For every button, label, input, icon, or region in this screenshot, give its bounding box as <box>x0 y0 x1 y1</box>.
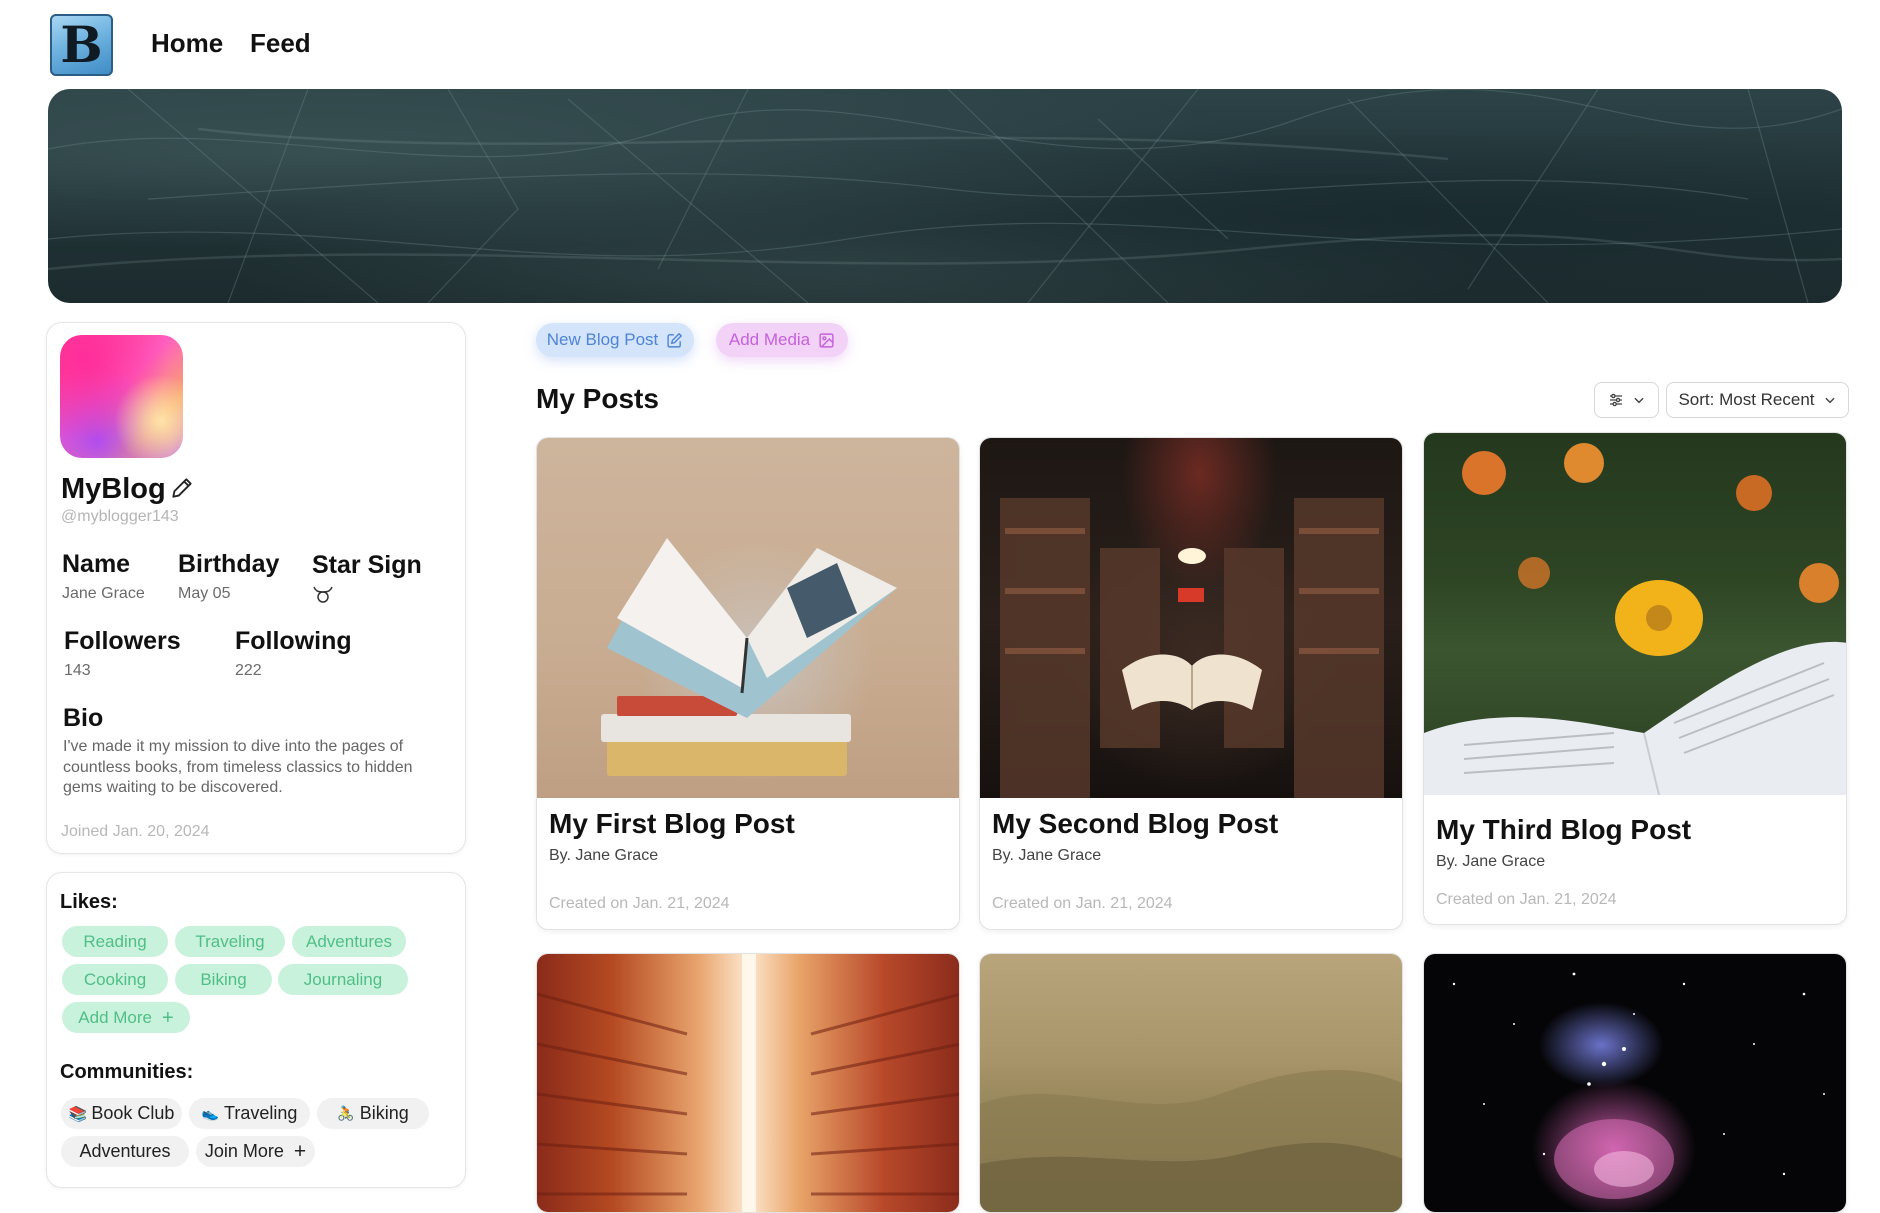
sort-label: Sort: Most Recent <box>1678 390 1815 409</box>
like-chip[interactable]: Journaling <box>278 964 408 995</box>
new-post-label: New Blog Post <box>546 330 659 349</box>
profile-card: MyBlog @myblogger143 Name Jane Grace Bir… <box>46 322 466 854</box>
books-icon: 📚 <box>68 1105 88 1123</box>
post-thumbnail <box>537 438 959 798</box>
shoe-icon: 👟 <box>201 1105 220 1121</box>
plus-icon: + <box>162 1006 174 1029</box>
library-book-image <box>1000 498 1384 798</box>
misty-hills-image <box>980 1070 1402 1212</box>
join-more-label: Join More <box>204 1141 284 1161</box>
logo[interactable]: B <box>50 14 113 76</box>
filter-sliders-icon <box>1609 393 1622 407</box>
chevron-down-icon <box>1633 397 1644 404</box>
nebula-image <box>1452 972 1825 1199</box>
nav-home-link[interactable]: Home <box>151 28 223 59</box>
birthday-label: Birthday <box>178 550 280 578</box>
post-thumbnail <box>537 954 959 1212</box>
community-chip[interactable]: 📚 Book Club <box>61 1098 182 1129</box>
interests-card: Likes: Reading Traveling Adventures Cook… <box>46 872 466 1188</box>
like-chip-label: Traveling <box>195 931 265 951</box>
post-card[interactable] <box>979 953 1403 1213</box>
join-community-button[interactable]: Join More + <box>196 1136 315 1167</box>
starsign-label: Star Sign <box>312 551 422 579</box>
banner-texture <box>48 89 1842 303</box>
community-chip-label: Adventures <box>79 1141 171 1161</box>
post-title[interactable]: My Second Blog Post <box>992 808 1278 840</box>
post-card[interactable]: My Third Blog Post By. Jane Grace Create… <box>1423 432 1847 925</box>
post-card[interactable] <box>536 953 960 1213</box>
post-author: By. Jane Grace <box>549 847 659 864</box>
name-label: Name <box>62 550 131 578</box>
add-media-button[interactable]: Add Media <box>716 323 848 357</box>
like-chip-label: Journaling <box>303 969 383 989</box>
flower-book-image <box>1424 443 1846 796</box>
like-chip[interactable]: Biking <box>175 964 272 995</box>
post-card[interactable]: My First Blog Post By. Jane Grace Create… <box>536 437 960 930</box>
post-title[interactable]: My Third Blog Post <box>1436 814 1691 846</box>
profile-name: MyBlog <box>61 473 166 505</box>
edit-icon <box>667 332 683 348</box>
community-chip[interactable]: Adventures <box>61 1136 189 1167</box>
community-chip-label: Traveling <box>224 1103 298 1123</box>
community-chip-label: Biking <box>359 1103 409 1123</box>
bio-text: I've made it my mission to dive into the… <box>63 738 413 796</box>
filter-button[interactable] <box>1594 382 1659 418</box>
communities-label: Communities: <box>60 1061 194 1083</box>
sort-dropdown[interactable]: Sort: Most Recent <box>1666 382 1849 418</box>
like-chip[interactable]: Traveling <box>175 926 285 957</box>
post-title[interactable]: My First Blog Post <box>549 808 795 840</box>
add-like-button[interactable]: Add More + <box>62 1002 190 1033</box>
community-chip-label: Book Club <box>91 1103 175 1123</box>
like-chip[interactable]: Adventures <box>292 926 406 957</box>
top-nav: B Home Feed <box>0 0 1880 88</box>
post-card[interactable] <box>1423 953 1847 1213</box>
post-date: Created on Jan. 21, 2024 <box>992 895 1173 912</box>
joined-date: Joined Jan. 20, 2024 <box>61 823 210 840</box>
followers-count[interactable]: 143 <box>64 662 91 680</box>
like-chip[interactable]: Cooking <box>62 964 168 995</box>
post-author: By. Jane Grace <box>1436 853 1546 870</box>
open-book-image <box>601 538 897 776</box>
followers-label: Followers <box>64 627 181 655</box>
bio-label: Bio <box>63 704 104 732</box>
likes-label: Likes: <box>60 891 118 913</box>
taurus-icon <box>313 586 333 603</box>
post-thumbnail <box>980 438 1402 798</box>
chevron-down-icon <box>1824 397 1835 404</box>
birthday-value: May 05 <box>178 585 231 602</box>
following-label: Following <box>235 627 352 655</box>
like-chip-label: Cooking <box>83 969 147 989</box>
profile-handle: @myblogger143 <box>61 508 179 525</box>
plus-icon: + <box>293 1140 307 1163</box>
post-card[interactable]: My Second Blog Post By. Jane Grace Creat… <box>979 437 1403 930</box>
name-value: Jane Grace <box>62 585 145 602</box>
post-thumbnail <box>1424 954 1846 1212</box>
post-date: Created on Jan. 21, 2024 <box>1436 891 1617 908</box>
bookshelf-aisle-image <box>537 954 959 1212</box>
my-posts-title: My Posts <box>536 383 659 414</box>
bike-icon: 🚴 <box>337 1105 355 1121</box>
community-chip[interactable]: 👟 Traveling <box>189 1098 310 1129</box>
post-author: By. Jane Grace <box>992 847 1102 864</box>
add-like-label: Add More <box>78 1007 152 1027</box>
add-media-label: Add Media <box>728 330 811 349</box>
avatar[interactable] <box>60 335 183 458</box>
profile-banner <box>48 89 1842 303</box>
image-icon <box>819 332 834 348</box>
like-chip[interactable]: Reading <box>62 926 168 957</box>
like-chip-label: Biking <box>200 969 247 989</box>
community-chip[interactable]: 🚴 Biking <box>317 1098 429 1129</box>
post-thumbnail <box>1424 433 1846 796</box>
post-thumbnail <box>980 954 1402 1212</box>
like-chip-label: Reading <box>83 931 147 951</box>
following-count[interactable]: 222 <box>235 662 262 680</box>
new-blog-post-button[interactable]: New Blog Post <box>536 323 694 357</box>
like-chip-label: Adventures <box>306 931 392 951</box>
nav-feed-link[interactable]: Feed <box>250 28 311 59</box>
edit-pencil-icon[interactable] <box>169 475 195 501</box>
post-date: Created on Jan. 21, 2024 <box>549 895 730 912</box>
